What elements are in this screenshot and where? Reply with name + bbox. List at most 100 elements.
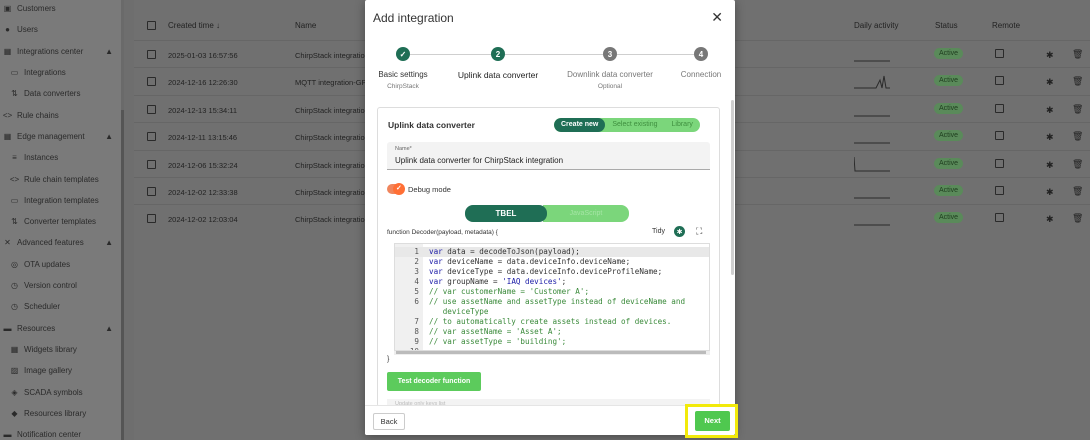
sidebar-scroll-thumb[interactable] xyxy=(121,110,124,440)
delete-icon[interactable]: 🗑 xyxy=(1072,104,1083,115)
converter-name-field[interactable]: Name* Uplink data converter for ChirpSta… xyxy=(387,142,710,170)
step-2-indicator[interactable]: 2 xyxy=(491,47,505,61)
sidebar-item[interactable]: ▬ Notification center xyxy=(0,424,121,440)
code-line[interactable]: 4 var groupName = 'IAQ devices'; xyxy=(395,277,566,287)
code-line[interactable]: 6 // use assetName and assetType instead … xyxy=(395,297,685,307)
debug-bug-icon[interactable]: ✱ xyxy=(1046,105,1054,116)
remote-checkbox[interactable] xyxy=(995,103,1004,113)
code-line[interactable]: deviceType xyxy=(395,307,489,317)
chevron-up-icon[interactable]: ▲ xyxy=(105,132,113,141)
sidebar-item[interactable]: ◈ SCADA symbols xyxy=(0,381,121,402)
row-checkbox[interactable] xyxy=(147,50,156,59)
code-line[interactable]: 2 var deviceName = data.deviceInfo.device… xyxy=(395,257,630,267)
debug-bug-icon[interactable]: ✱ xyxy=(1046,132,1054,143)
remote-checkbox[interactable] xyxy=(995,76,1004,86)
column-status[interactable]: Status xyxy=(935,21,958,30)
test-decoder-button[interactable]: Test decoder function xyxy=(387,372,481,391)
code-token: ; xyxy=(561,277,567,286)
code-editor[interactable]: 1 var data = decodeToJson(payload); 2 var d… xyxy=(394,243,710,351)
javascript-option[interactable]: JavaScript xyxy=(543,205,629,222)
create-new-option[interactable]: Create new xyxy=(554,118,606,132)
debug-bug-icon[interactable]: ✱ xyxy=(1046,187,1054,198)
row-created-time: 2024-12-02 12:03:04 xyxy=(168,215,238,225)
delete-icon[interactable]: 🗑 xyxy=(1072,131,1083,142)
column-name[interactable]: Name xyxy=(295,21,316,30)
close-icon[interactable]: ✕ xyxy=(711,9,723,26)
sidebar-item[interactable]: ▣ Customers xyxy=(0,0,121,19)
sidebar-item[interactable]: ▬ Resources ▲ xyxy=(0,318,121,339)
editor-horizontal-scrollbar[interactable] xyxy=(394,351,710,355)
remote-checkbox[interactable] xyxy=(995,186,1004,195)
delete-icon[interactable]: 🗑 xyxy=(1072,213,1083,224)
remote-checkbox[interactable] xyxy=(995,131,1004,141)
row-checkbox[interactable] xyxy=(147,104,156,114)
sidebar-item[interactable]: ▦ Integrations center ▲ xyxy=(0,41,121,62)
sidebar-item[interactable]: ⇅ Converter templates xyxy=(0,211,121,232)
remote-checkbox[interactable] xyxy=(995,158,1004,168)
sidebar-item[interactable]: ◷ Scheduler xyxy=(0,296,121,317)
sidebar-item[interactable]: ✕ Advanced features ▲ xyxy=(0,232,121,253)
dialog-scrollbar[interactable] xyxy=(731,100,734,275)
sidebar-item[interactable]: ◎ OTA updates xyxy=(0,254,121,275)
select-existing-option[interactable]: Select existing xyxy=(605,118,664,132)
step-1-indicator[interactable]: ✓ xyxy=(396,47,410,61)
library-option[interactable]: Library xyxy=(665,118,700,132)
column-remote[interactable]: Remote xyxy=(992,21,1020,30)
column-created-time[interactable]: Created time ↓ xyxy=(168,21,220,30)
sidebar-item-label: Rule chain templates xyxy=(24,174,99,184)
sidebar-scrollbar[interactable] xyxy=(121,0,124,440)
code-line[interactable]: 9 // var assetType = 'building'; xyxy=(395,337,566,347)
debug-bug-icon[interactable]: ✱ xyxy=(1046,50,1054,61)
debug-bug-icon[interactable]: ✱ xyxy=(1046,214,1054,225)
row-checkbox[interactable] xyxy=(147,159,156,169)
sidebar-item[interactable]: <> Rule chains xyxy=(0,105,121,126)
row-checkbox[interactable] xyxy=(147,77,156,87)
step-3-indicator[interactable]: 3 xyxy=(603,47,617,61)
code-token: var xyxy=(429,247,443,256)
remote-checkbox[interactable] xyxy=(995,49,1004,58)
delete-icon[interactable]: 🗑 xyxy=(1072,159,1083,170)
sidebar-item[interactable]: ◷ Version control xyxy=(0,275,121,296)
row-checkbox[interactable] xyxy=(147,214,156,224)
sidebar-item[interactable]: ◆ Resources library xyxy=(0,403,121,424)
code-line[interactable]: 5 // var customerName = 'Customer A'; xyxy=(395,287,589,297)
code-line[interactable]: 1 var data = decodeToJson(payload); xyxy=(395,247,709,257)
debug-bug-icon[interactable]: ✱ xyxy=(674,226,685,237)
select-all-checkbox[interactable] xyxy=(147,21,156,30)
code-line[interactable]: 8 // var assetName = 'Asset A'; xyxy=(395,327,561,337)
next-button[interactable]: Next xyxy=(695,411,730,431)
sidebar-item[interactable]: ≡ Instances xyxy=(0,147,121,168)
fullscreen-icon[interactable]: ⛶ xyxy=(696,226,702,237)
delete-icon[interactable]: 🗑 xyxy=(1072,76,1083,87)
row-checkbox[interactable] xyxy=(147,187,156,196)
chevron-up-icon[interactable]: ▲ xyxy=(105,47,113,56)
remote-checkbox[interactable] xyxy=(995,213,1004,223)
code-line[interactable]: 7 // to automatically create assets inste… xyxy=(395,317,671,327)
sidebar-item[interactable]: <> Rule chain templates xyxy=(0,168,121,189)
sidebar-item-label: Resources library xyxy=(24,408,87,418)
sidebar-item[interactable]: ▭ Integrations xyxy=(0,62,121,83)
sidebar-item[interactable]: ▦ Widgets library xyxy=(0,339,121,360)
code-line[interactable]: 3 var deviceType = data.deviceInfo.device… xyxy=(395,267,662,277)
chevron-up-icon[interactable]: ▲ xyxy=(105,324,113,333)
chevron-up-icon[interactable]: ▲ xyxy=(105,238,113,247)
sidebar-item[interactable]: ⇅ Data converters xyxy=(0,83,121,104)
sidebar-item[interactable]: ▭ Integration templates xyxy=(0,190,121,211)
row-checkbox[interactable] xyxy=(147,132,156,142)
tbel-option[interactable]: TBEL xyxy=(465,205,547,222)
sidebar-item[interactable]: ▦ Edge management ▲ xyxy=(0,126,121,147)
delete-icon[interactable]: 🗑 xyxy=(1072,49,1083,60)
debug-bug-icon[interactable]: ✱ xyxy=(1046,77,1054,88)
sidebar-item[interactable]: ▨ Image gallery xyxy=(0,360,121,381)
tidy-button[interactable]: Tidy xyxy=(652,228,665,235)
editor-scroll-thumb[interactable] xyxy=(396,351,706,354)
status-badge: Active xyxy=(934,157,964,169)
sidebar-item[interactable]: ● Users xyxy=(0,19,121,40)
name-field-value[interactable]: Uplink data converter for ChirpStack int… xyxy=(395,156,563,165)
back-button[interactable]: Back xyxy=(373,413,405,430)
advanced-features-icon: ✕ xyxy=(4,238,11,248)
step-4-indicator[interactable]: 4 xyxy=(694,47,708,61)
delete-icon[interactable]: 🗑 xyxy=(1072,186,1083,197)
debug-bug-icon[interactable]: ✱ xyxy=(1046,160,1054,171)
sidebar-item-label: Widgets library xyxy=(24,344,77,354)
